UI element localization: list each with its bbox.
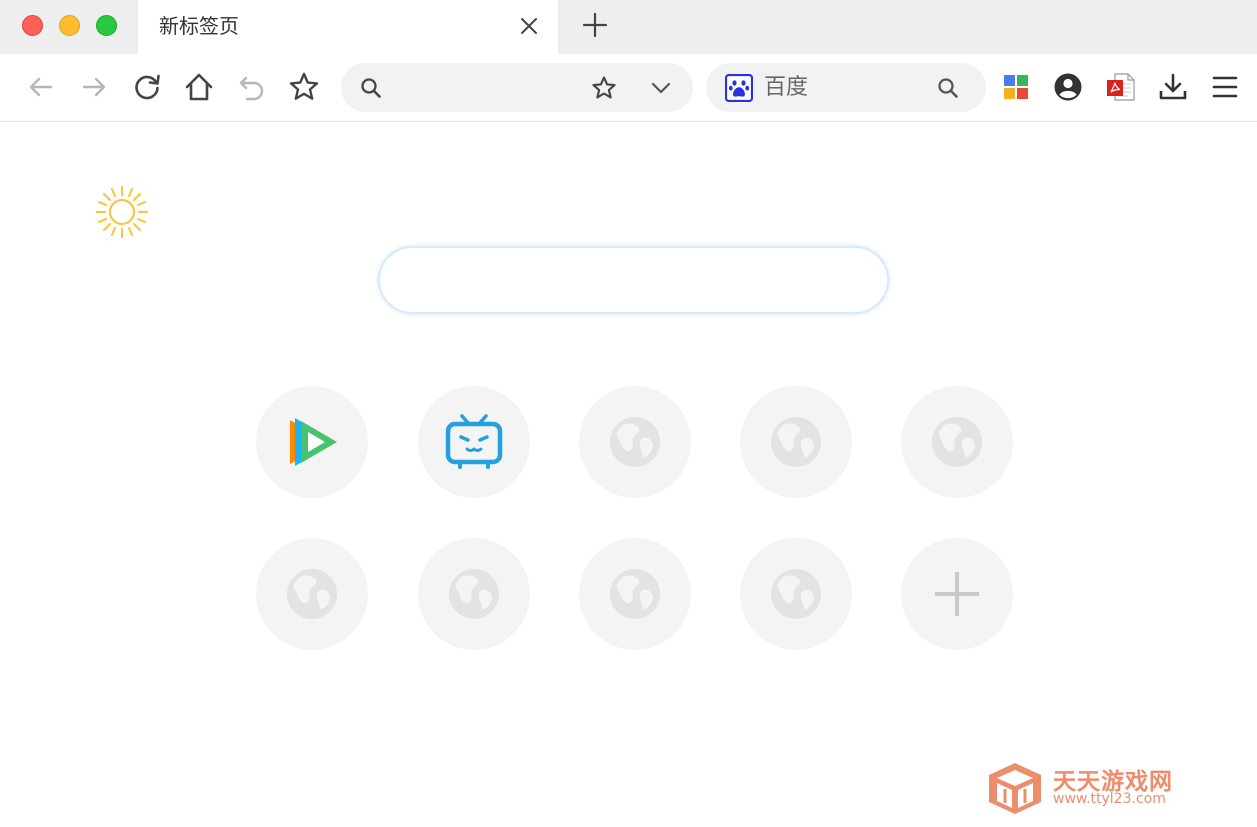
reload-icon[interactable] — [129, 69, 165, 105]
speed-dial-tencent-video[interactable] — [256, 386, 368, 498]
account-icon[interactable] — [1050, 69, 1086, 105]
sun-icon[interactable] — [95, 185, 149, 239]
speed-dial-empty[interactable] — [740, 386, 852, 498]
menu-icon[interactable] — [1207, 69, 1243, 105]
bilibili-icon — [445, 414, 503, 469]
address-bar[interactable] — [341, 63, 693, 112]
chevron-down-icon[interactable] — [650, 77, 672, 103]
tab-close-icon[interactable] — [518, 15, 540, 37]
home-icon[interactable] — [181, 69, 217, 105]
apps-grid-icon[interactable] — [998, 69, 1034, 105]
speed-dial-empty[interactable] — [256, 538, 368, 650]
globe-icon — [287, 569, 337, 619]
download-icon[interactable] — [1155, 69, 1191, 105]
new-tab-plus-icon[interactable] — [582, 12, 608, 38]
globe-icon — [771, 569, 821, 619]
watermark: 天天游戏网 www.ttyl23.com — [985, 760, 1225, 816]
search-icon — [359, 76, 383, 104]
bookmark-star-icon[interactable] — [286, 69, 322, 105]
watermark-url: www.ttyl23.com — [1053, 791, 1166, 807]
baidu-paw-icon[interactable] — [724, 73, 754, 103]
address-input[interactable] — [391, 71, 621, 103]
globe-icon — [932, 417, 982, 467]
globe-icon — [771, 417, 821, 467]
back-arrow-icon[interactable] — [23, 69, 59, 105]
main-search-box[interactable] — [378, 246, 889, 314]
speed-dial-empty[interactable] — [579, 386, 691, 498]
pdf-icon[interactable] — [1103, 69, 1139, 105]
forward-arrow-icon[interactable] — [76, 69, 112, 105]
speed-dial-bilibili[interactable] — [418, 386, 530, 498]
maximize-window-button[interactable] — [96, 15, 117, 36]
tab-strip: 新标签页 — [0, 0, 1257, 54]
globe-icon — [610, 569, 660, 619]
tab-title: 新标签页 — [159, 14, 239, 38]
speed-dial-empty[interactable] — [740, 538, 852, 650]
tab-new-tab[interactable]: 新标签页 — [138, 0, 558, 54]
search-engine-box[interactable]: 百度 — [706, 63, 986, 112]
close-window-button[interactable] — [22, 15, 43, 36]
toolbar: 百度 — [0, 54, 1257, 122]
star-icon[interactable] — [591, 75, 617, 105]
watermark-logo-icon — [989, 763, 1041, 814]
undo-close-tab-icon[interactable] — [234, 69, 270, 105]
plus-icon — [935, 572, 979, 616]
globe-icon — [610, 417, 660, 467]
search-engine-name: 百度 — [764, 75, 809, 100]
search-icon[interactable] — [936, 76, 960, 104]
speed-dial-empty[interactable] — [901, 386, 1013, 498]
browser-window: 新标签页 百度 天天游戏网 www.ttyl23.com — [0, 0, 1257, 827]
tencent-video-icon — [290, 418, 337, 466]
speed-dial-empty[interactable] — [418, 538, 530, 650]
minimize-window-button[interactable] — [59, 15, 80, 36]
speed-dial-empty[interactable] — [579, 538, 691, 650]
main-search-input[interactable] — [410, 264, 860, 296]
globe-icon — [449, 569, 499, 619]
add-shortcut-button[interactable] — [901, 538, 1013, 650]
